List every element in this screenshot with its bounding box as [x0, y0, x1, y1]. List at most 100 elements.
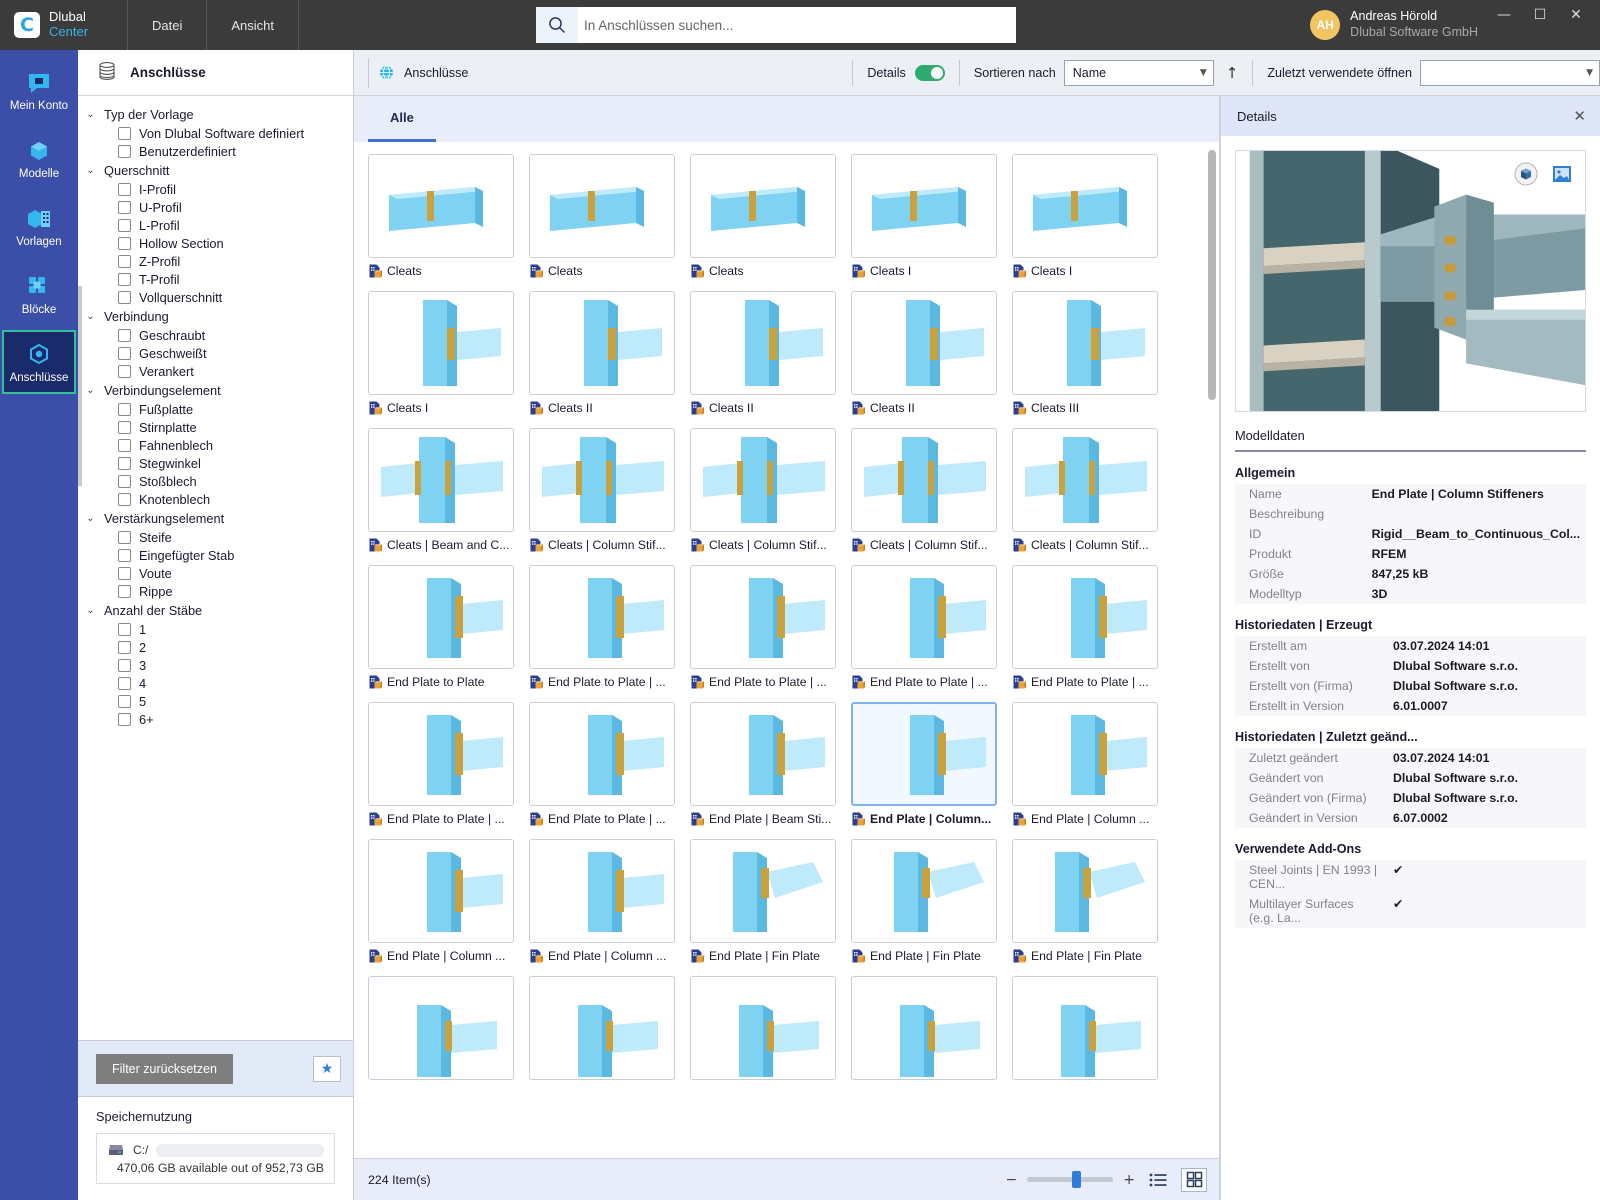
arrow-up-icon[interactable]: ↑	[1226, 64, 1239, 82]
filter-option[interactable]: Z-Profil	[78, 252, 353, 270]
grid-item[interactable]: End Plate | Fin Plate	[1012, 839, 1158, 963]
grid-item[interactable]: End Plate to Plate | ...	[690, 565, 836, 689]
grid-item-thumbnail[interactable]	[1012, 839, 1158, 943]
checkbox[interactable]	[118, 694, 131, 708]
filter-option[interactable]: Hollow Section	[78, 234, 353, 252]
checkbox[interactable]	[118, 420, 131, 434]
filter-option[interactable]: Eingefügter Stab	[78, 546, 353, 564]
grid-item[interactable]: End Plate | Fin Plate	[851, 839, 997, 963]
checkbox[interactable]	[118, 254, 131, 268]
filter-option[interactable]: Fahnenblech	[78, 436, 353, 454]
checkbox[interactable]	[118, 402, 131, 416]
minimize-button[interactable]: —	[1486, 1, 1522, 29]
grid-item-thumbnail[interactable]	[851, 565, 997, 669]
grid-item[interactable]: End Plate | Column...	[851, 702, 997, 826]
grid-item-thumbnail[interactable]	[529, 839, 675, 943]
grid-item[interactable]: End Plate | Column ...	[368, 839, 514, 963]
grid-item[interactable]: End Plate to Plate | ...	[368, 702, 514, 826]
close-icon[interactable]: ✕	[1573, 107, 1586, 125]
filter-option[interactable]: Stirnplatte	[78, 418, 353, 436]
grid-item[interactable]: Cleats | Column Stif...	[690, 428, 836, 552]
filter-option[interactable]: Verankert	[78, 362, 353, 380]
filter-option[interactable]: Voute	[78, 564, 353, 582]
tab-alle[interactable]: Alle	[368, 96, 436, 142]
checkbox[interactable]	[118, 622, 131, 636]
sidebar-item-modelle[interactable]: Modelle	[2, 126, 76, 190]
filter-option[interactable]: 5	[78, 692, 353, 710]
checkbox[interactable]	[118, 712, 131, 726]
filter-option[interactable]: 4	[78, 674, 353, 692]
close-button[interactable]: ✕	[1558, 1, 1594, 29]
filter-group-verbindung[interactable]: ⌄ Verbindung	[78, 306, 353, 326]
checkbox[interactable]	[118, 126, 131, 140]
filter-group-querschnitt[interactable]: ⌄ Querschnitt	[78, 160, 353, 180]
checkbox[interactable]	[118, 456, 131, 470]
grid-item[interactable]: Cleats	[529, 154, 675, 278]
grid-item-thumbnail[interactable]	[851, 976, 997, 1080]
filter-group-anzahl-der-staebe[interactable]: ⌄ Anzahl der Stäbe	[78, 600, 353, 620]
cube-icon[interactable]	[1513, 161, 1539, 187]
checkbox[interactable]	[118, 584, 131, 598]
grid-item-thumbnail[interactable]	[368, 976, 514, 1080]
grid-item-thumbnail[interactable]	[1012, 976, 1158, 1080]
checkbox[interactable]	[118, 182, 131, 196]
grid-item[interactable]: End Plate to Plate	[368, 565, 514, 689]
grid-item[interactable]	[529, 976, 675, 1080]
filter-option[interactable]: Steife	[78, 528, 353, 546]
grid-item-thumbnail[interactable]	[368, 839, 514, 943]
grid-item-thumbnail[interactable]	[368, 565, 514, 669]
grid-item-thumbnail[interactable]	[1012, 291, 1158, 395]
checkbox[interactable]	[118, 218, 131, 232]
filter-option[interactable]: T-Profil	[78, 270, 353, 288]
zoom-out-button[interactable]: −	[1006, 1172, 1018, 1188]
filter-option[interactable]: U-Profil	[78, 198, 353, 216]
search-input[interactable]	[578, 8, 1016, 42]
grid-item-thumbnail[interactable]	[1012, 154, 1158, 258]
grid-item-thumbnail[interactable]	[690, 839, 836, 943]
grid-item-thumbnail[interactable]	[690, 702, 836, 806]
grid-item-thumbnail[interactable]	[368, 291, 514, 395]
grid-item-thumbnail[interactable]	[368, 702, 514, 806]
sidebar-item-anschluesse[interactable]: Anschlüsse	[2, 330, 76, 394]
grid-item-thumbnail[interactable]	[529, 291, 675, 395]
grid-item[interactable]: Cleats I	[1012, 154, 1158, 278]
grid-item-thumbnail[interactable]	[529, 702, 675, 806]
grid-item-thumbnail[interactable]	[690, 976, 836, 1080]
checkbox[interactable]	[118, 236, 131, 250]
grid-item[interactable]: Cleats	[690, 154, 836, 278]
list-view-icon[interactable]	[1145, 1168, 1171, 1192]
grid-item-thumbnail[interactable]	[690, 154, 836, 258]
grid-item[interactable]: Cleats | Column Stif...	[529, 428, 675, 552]
checkbox[interactable]	[118, 346, 131, 360]
grid-item[interactable]: End Plate | Column ...	[1012, 702, 1158, 826]
grid-item[interactable]: Cleats | Column Stif...	[1012, 428, 1158, 552]
grid-item-thumbnail[interactable]	[851, 702, 997, 806]
sidebar-item-vorlagen[interactable]: Vorlagen	[2, 194, 76, 258]
filter-option[interactable]: Geschraubt	[78, 326, 353, 344]
filter-group-verstaerkungselement[interactable]: ⌄ Verstärkungselement	[78, 508, 353, 528]
grid-item-thumbnail[interactable]	[851, 839, 997, 943]
search-bar[interactable]	[536, 7, 1016, 43]
grid-item-thumbnail[interactable]	[851, 154, 997, 258]
checkbox[interactable]	[118, 364, 131, 378]
sidebar-item-mein-konto[interactable]: Mein Konto	[2, 58, 76, 122]
grid-item[interactable]: End Plate to Plate | ...	[529, 702, 675, 826]
checkbox[interactable]	[118, 290, 131, 304]
filter-option[interactable]: Rippe	[78, 582, 353, 600]
zoom-in-button[interactable]: +	[1123, 1172, 1135, 1188]
filter-scrollbar[interactable]	[78, 286, 82, 486]
checkbox[interactable]	[118, 200, 131, 214]
checkbox[interactable]	[118, 144, 131, 158]
grid-item[interactable]: End Plate to Plate | ...	[851, 565, 997, 689]
grid-view-icon[interactable]	[1181, 1167, 1207, 1192]
filter-option[interactable]: Stoßblech	[78, 472, 353, 490]
grid-item[interactable]: Cleats II	[690, 291, 836, 415]
breadcrumb[interactable]: Anschlüsse	[368, 57, 468, 88]
filter-group-typ-der-vorlage[interactable]: ⌄ Typ der Vorlage	[78, 104, 353, 124]
filter-option[interactable]: Fußplatte	[78, 400, 353, 418]
zoom-slider-knob[interactable]	[1071, 1171, 1081, 1188]
recent-files-select[interactable]: ▼	[1420, 59, 1600, 86]
maximize-button[interactable]: ☐	[1522, 1, 1558, 29]
checkbox[interactable]	[118, 328, 131, 342]
reset-filter-button[interactable]: Filter zurücksetzen	[96, 1053, 233, 1084]
